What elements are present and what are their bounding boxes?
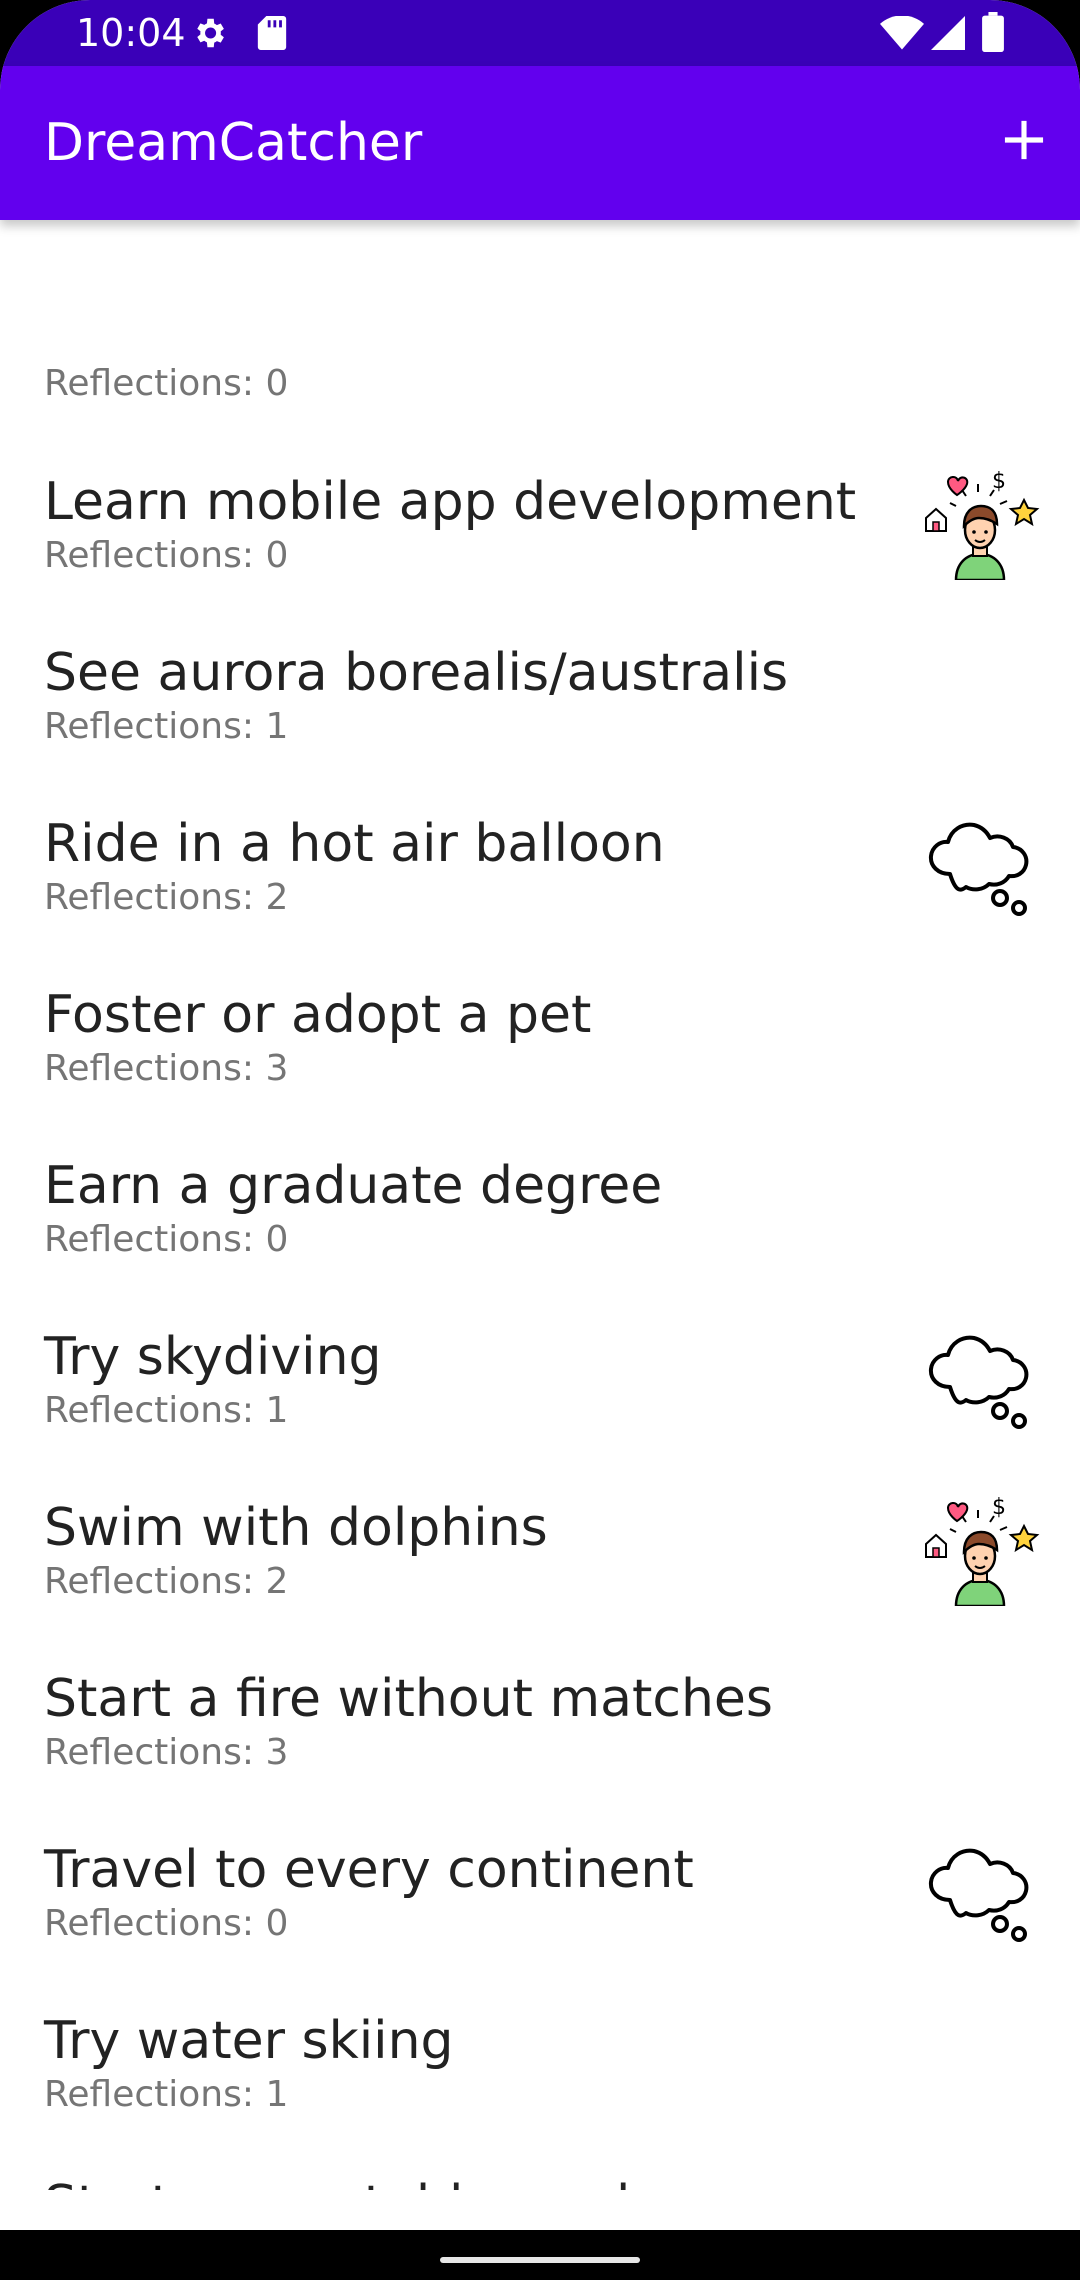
list-item[interactable]: Earn a graduate degree Reflections: 0 — [0, 1154, 1080, 1324]
item-title: Learn mobile app development — [44, 472, 857, 532]
item-title: Earn a graduate degree — [44, 1156, 663, 1216]
item-thumbnail: $ — [920, 1486, 1040, 1608]
thought-cloud-icon — [928, 1335, 1029, 1429]
item-subtitle: Reflections: 2 — [44, 877, 289, 918]
item-thumbnail — [920, 802, 1040, 922]
dream-person-icon: $ — [925, 1495, 1040, 1608]
navigation-bar — [0, 2230, 1080, 2280]
item-title: Try water skiing — [44, 2011, 454, 2071]
app-bar: DreamCatcher — [0, 66, 1080, 220]
item-subtitle: Reflections: 3 — [44, 1732, 289, 1773]
list-item[interactable]: Start a fire without matches Reflections:… — [0, 1667, 1080, 1837]
list-item-partial-bottom[interactable]: Start a vegetable garden — [0, 2173, 1080, 2190]
list-item[interactable]: Try water skiing Reflections: 1 — [0, 2009, 1080, 2179]
sd-card-icon — [257, 16, 287, 50]
list-bottom-clip — [0, 2190, 1080, 2230]
item-title: Try skydiving — [44, 1327, 382, 1387]
item-title: Swim with dolphins — [44, 1498, 548, 1558]
item-thumbnail — [920, 1828, 1040, 1948]
thought-cloud-icon — [928, 822, 1029, 916]
signal-icon — [931, 16, 965, 50]
settings-gear-icon — [197, 18, 224, 48]
screen: 10:04 DreamCatcher Reflections: 0 Learn … — [0, 0, 1080, 2280]
item-title: Foster or adopt a pet — [44, 985, 592, 1045]
dream-list[interactable]: Reflections: 0 Learn mobile app developm… — [0, 220, 1080, 2190]
item-title: Travel to every continent — [44, 1840, 694, 1900]
status-bar: 10:04 — [0, 0, 1080, 66]
list-item[interactable]: See aurora borealis/australis Reflections… — [0, 641, 1080, 811]
item-title: Start a fire without matches — [44, 1669, 774, 1729]
item-subtitle: Reflections: 2 — [44, 1561, 289, 1602]
item-subtitle: Reflections: 0 — [44, 1219, 289, 1260]
plus-icon — [1004, 120, 1044, 160]
battery-icon — [982, 12, 1004, 52]
item-title: Ride in a hot air balloon — [44, 814, 665, 874]
add-dream-button[interactable] — [988, 104, 1060, 176]
item-subtitle: Reflections: 0 — [44, 1903, 289, 1944]
item-title: See aurora borealis/australis — [44, 643, 789, 703]
item-subtitle: Reflections: 1 — [44, 706, 289, 747]
list-item[interactable]: Try skydiving Reflections: 1 — [0, 1325, 1080, 1495]
list-item[interactable]: Learn mobile app development Reflections:… — [0, 469, 1080, 640]
app-title: DreamCatcher — [44, 113, 423, 173]
thought-cloud-icon — [928, 1848, 1029, 1942]
item-subtitle: Reflections: 1 — [44, 1390, 289, 1431]
device-frame: 10:04 DreamCatcher Reflections: 0 Learn … — [0, 0, 1080, 2280]
list-item[interactable]: Swim with dolphins Reflections: 2 $ — [0, 1495, 1080, 1666]
wifi-icon — [880, 16, 924, 50]
list-item[interactable]: Ride in a hot air balloon Reflections: 2 — [0, 812, 1080, 982]
list-item[interactable]: Travel to every continent Reflections: 0 — [0, 1838, 1080, 2008]
status-time: 10:04 — [76, 11, 186, 55]
item-subtitle: Reflections: 0 — [44, 363, 289, 404]
item-title: Start a vegetable garden — [44, 2173, 695, 2190]
item-thumbnail: $ — [920, 460, 1040, 582]
item-subtitle: Reflections: 1 — [44, 2074, 289, 2115]
list-item[interactable]: Foster or adopt a pet Reflections: 3 — [0, 983, 1080, 1153]
gesture-handle[interactable] — [440, 2257, 640, 2263]
item-subtitle: Reflections: 3 — [44, 1048, 289, 1089]
item-thumbnail — [920, 1315, 1040, 1435]
item-subtitle: Reflections: 0 — [44, 535, 289, 576]
dream-person-icon: $ — [925, 469, 1040, 582]
